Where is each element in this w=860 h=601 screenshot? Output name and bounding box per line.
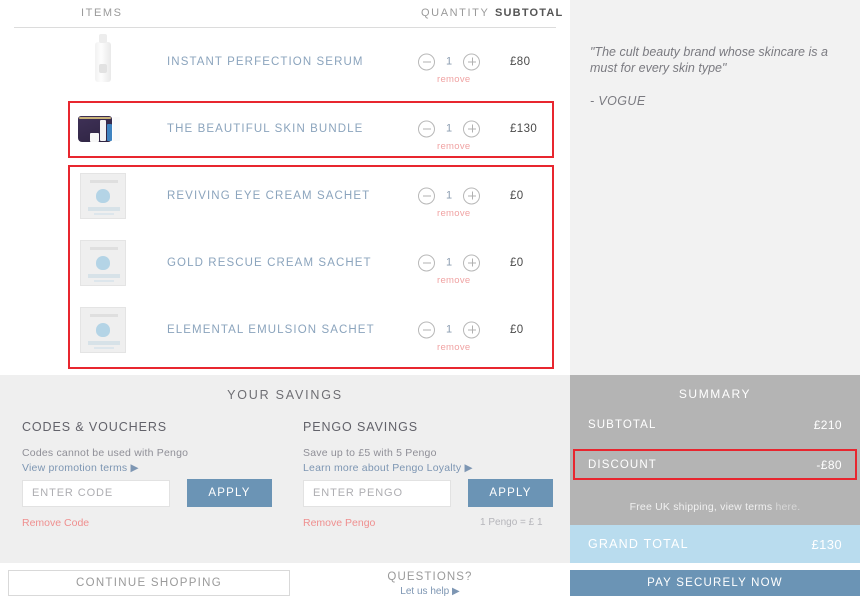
increase-quantity-icon[interactable]	[463, 53, 481, 70]
product-thumbnail-sachet[interactable]	[78, 171, 128, 221]
increase-quantity-icon[interactable]	[463, 254, 481, 271]
grand-total-value: £130	[811, 536, 842, 552]
cart-item-list: INSTANT PERFECTION SERUM 1 remove £80 TH…	[0, 28, 570, 363]
pengo-note: Save up to £5 with 5 Pengo	[303, 447, 437, 459]
item-price: £80	[510, 55, 531, 68]
product-name[interactable]: THE BEAUTIFUL SKIN BUNDLE	[167, 123, 363, 135]
codes-heading: CODES & VOUCHERS	[22, 420, 167, 434]
codes-note: Codes cannot be used with Pengo	[22, 447, 189, 459]
remove-item-link[interactable]: remove	[437, 74, 470, 85]
savings-title: YOUR SAVINGS	[227, 388, 343, 402]
grand-total-label: GRAND TOTAL	[588, 537, 689, 551]
quantity-value: 1	[446, 256, 453, 269]
item-price: £130	[510, 122, 538, 135]
cart-section: ITEMS QUANTITY SUBTOTAL INSTANT PERFECTI…	[0, 0, 570, 375]
quote-text: "The cult beauty brand whose skincare is…	[590, 45, 828, 75]
quote-source: - VOGUE	[590, 94, 646, 108]
summary-title: SUMMARY	[678, 387, 752, 401]
discount-value: -£80	[816, 458, 842, 472]
increase-quantity-icon[interactable]	[463, 187, 481, 204]
column-header-items: ITEMS	[81, 7, 123, 19]
remove-item-link[interactable]: remove	[437, 275, 470, 286]
code-entry-row: APPLY	[22, 479, 272, 507]
pengo-rate-label: 1 Pengo = £ 1	[480, 517, 543, 528]
decrease-quantity-icon[interactable]	[418, 254, 435, 271]
product-name[interactable]: GOLD RESCUE CREAM SACHET	[167, 257, 372, 269]
column-header-quantity: QUANTITY	[421, 7, 490, 19]
table-row[interactable]: INSTANT PERFECTION SERUM 1 remove £80	[0, 28, 570, 95]
quantity-stepper[interactable]: 1	[418, 53, 481, 70]
summary-row-subtotal: SUBTOTAL £210	[570, 409, 860, 441]
view-promotion-terms-link[interactable]: View promotion terms ▶	[22, 462, 282, 474]
pengo-loyalty-link[interactable]: Learn more about Pengo Loyalty ▶	[303, 462, 563, 474]
apply-pengo-button[interactable]: APPLY	[468, 479, 553, 507]
pengo-savings-block: PENGO SAVINGS Save up to £5 with 5 Pengo…	[303, 420, 563, 474]
quantity-value: 1	[446, 122, 453, 135]
savings-section: YOUR SAVINGS CODES & VOUCHERS Codes cann…	[0, 375, 570, 563]
order-summary-panel: SUMMARY SUBTOTAL £210 DISCOUNT -£80 Free…	[570, 375, 860, 563]
product-thumbnail-sachet[interactable]	[78, 238, 128, 288]
footer-bar: CONTINUE SHOPPING QUESTIONS? Let us help…	[0, 563, 860, 601]
remove-item-link[interactable]: remove	[437, 141, 470, 152]
questions-label: QUESTIONS?	[387, 571, 473, 583]
column-header-subtotal: SUBTOTAL	[495, 7, 564, 19]
decrease-quantity-icon[interactable]	[418, 187, 435, 204]
table-row[interactable]: GOLD RESCUE CREAM SACHET 1 remove £0	[0, 229, 570, 296]
quantity-stepper[interactable]: 1	[418, 120, 481, 137]
remove-code-link[interactable]: Remove Code	[22, 517, 89, 529]
discount-label: DISCOUNT	[588, 459, 657, 471]
product-name[interactable]: ELEMENTAL EMULSION SACHET	[167, 324, 375, 336]
cart-table-header: ITEMS QUANTITY SUBTOTAL	[14, 0, 562, 28]
item-price: £0	[510, 189, 524, 202]
decrease-quantity-icon[interactable]	[418, 53, 435, 70]
shipping-terms-link[interactable]: here.	[775, 501, 800, 513]
quantity-value: 1	[446, 189, 453, 202]
quantity-stepper[interactable]: 1	[418, 254, 481, 271]
product-thumbnail-serum[interactable]	[78, 33, 128, 87]
increase-quantity-icon[interactable]	[463, 120, 481, 137]
table-row[interactable]: THE BEAUTIFUL SKIN BUNDLE 1 remove £130	[0, 95, 570, 162]
pay-securely-now-button[interactable]: PAY SECURELY NOW	[570, 570, 860, 596]
table-row[interactable]: ELEMENTAL EMULSION SACHET 1 remove £0	[0, 296, 570, 363]
subtotal-label: SUBTOTAL	[588, 419, 657, 431]
continue-shopping-button[interactable]: CONTINUE SHOPPING	[8, 570, 290, 596]
free-shipping-note: Free UK shipping, view terms here.	[570, 501, 860, 513]
product-name[interactable]: INSTANT PERFECTION SERUM	[167, 56, 364, 68]
let-us-help-link[interactable]: Let us help ▶	[330, 586, 530, 597]
remove-item-link[interactable]: remove	[437, 208, 470, 219]
subtotal-value: £210	[813, 418, 842, 432]
product-thumbnail-sachet[interactable]	[78, 305, 128, 355]
quantity-stepper[interactable]: 1	[418, 321, 481, 338]
decrease-quantity-icon[interactable]	[418, 120, 435, 137]
grand-total-row: GRAND TOTAL £130	[570, 525, 860, 563]
promo-code-input[interactable]	[22, 479, 170, 507]
quantity-stepper[interactable]: 1	[418, 187, 481, 204]
quantity-value: 1	[446, 323, 453, 336]
pengo-entry-row: APPLY	[303, 479, 553, 507]
shipping-text: Free UK shipping, view terms	[629, 501, 776, 513]
pengo-heading: PENGO SAVINGS	[303, 420, 418, 434]
questions-block: QUESTIONS? Let us help ▶	[330, 571, 530, 597]
remove-pengo-link[interactable]: Remove Pengo	[303, 517, 375, 529]
summary-row-discount: DISCOUNT -£80	[570, 449, 860, 481]
product-thumbnail-bundle[interactable]	[78, 104, 128, 154]
pengo-input[interactable]	[303, 479, 451, 507]
shopping-cart-page: ITEMS QUANTITY SUBTOTAL INSTANT PERFECTI…	[0, 0, 860, 601]
increase-quantity-icon[interactable]	[463, 321, 481, 338]
product-name[interactable]: REVIVING EYE CREAM SACHET	[167, 190, 370, 202]
remove-item-link[interactable]: remove	[437, 342, 470, 353]
apply-code-button[interactable]: APPLY	[187, 479, 272, 507]
quantity-value: 1	[446, 55, 453, 68]
decrease-quantity-icon[interactable]	[418, 321, 435, 338]
table-row[interactable]: REVIVING EYE CREAM SACHET 1 remove £0	[0, 162, 570, 229]
vogue-quote-panel: "The cult beauty brand whose skincare is…	[570, 0, 860, 375]
item-price: £0	[510, 323, 524, 336]
codes-vouchers-block: CODES & VOUCHERS Codes cannot be used wi…	[22, 420, 282, 474]
item-price: £0	[510, 256, 524, 269]
